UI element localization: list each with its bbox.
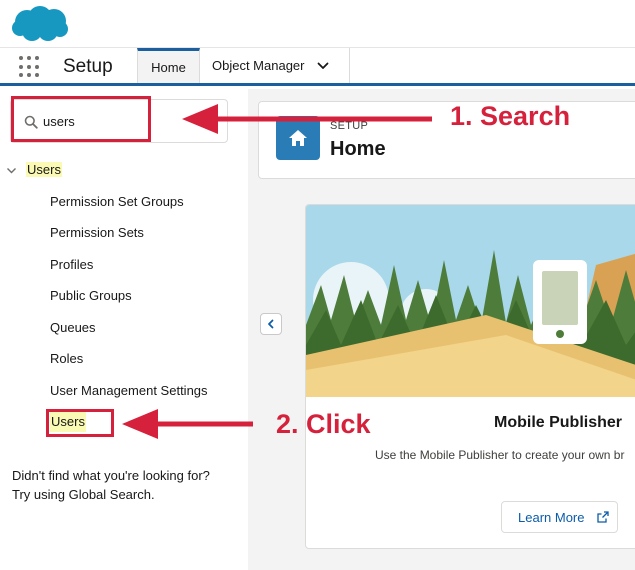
learn-more-label: Learn More — [518, 509, 585, 525]
main-content: SETUP Home Mobile Publisher Use the Mobi… — [248, 89, 635, 570]
chevron-down-icon[interactable] — [6, 165, 17, 176]
annotation-box-users — [46, 409, 114, 437]
card-title: Mobile Publisher — [494, 414, 623, 431]
annotation-arrow-users — [122, 409, 253, 439]
tab-object-manager-label: Object Manager — [212, 58, 305, 73]
sidebar-item-user-management-settings[interactable]: User Management Settings — [50, 381, 208, 401]
card-description: Use the Mobile Publisher to create your … — [375, 448, 625, 462]
tree-node-users[interactable]: Users — [0, 159, 248, 183]
tab-home[interactable]: Home — [137, 48, 200, 83]
chevron-down-icon[interactable] — [317, 60, 329, 72]
not-found-line-2[interactable]: Try using Global Search. — [12, 485, 242, 504]
annotation-arrow-search — [182, 104, 432, 134]
annotation-step-1: 1. Search — [450, 101, 571, 131]
sidebar-item-queues[interactable]: Queues — [50, 318, 96, 338]
not-found-help: Didn't find what you're looking for? Try… — [12, 466, 242, 504]
sidebar-item-public-groups[interactable]: Public Groups — [50, 286, 132, 306]
app-launcher-icon[interactable] — [19, 56, 41, 78]
not-found-line-1: Didn't find what you're looking for? — [12, 468, 210, 483]
collapse-sidebar-button[interactable] — [260, 313, 282, 335]
app-nav-bar: Setup Home Object Manager — [0, 48, 635, 86]
tab-object-manager[interactable]: Object Manager — [200, 48, 350, 83]
tree-node-users-label: Users — [26, 162, 62, 177]
sidebar-item-roles[interactable]: Roles — [50, 349, 83, 369]
salesforce-logo[interactable] — [10, 4, 70, 44]
chevron-left-icon — [268, 319, 274, 329]
mobile-publisher-card: Mobile Publisher Use the Mobile Publishe… — [305, 204, 635, 549]
learn-more-button[interactable]: Learn More — [501, 501, 618, 533]
global-header — [0, 0, 635, 48]
external-link-icon — [597, 511, 609, 523]
app-name: Setup — [63, 56, 113, 77]
forest-illustration — [306, 205, 635, 397]
sidebar-item-permission-sets[interactable]: Permission Sets — [50, 223, 144, 243]
sidebar-item-profiles[interactable]: Profiles — [50, 255, 93, 275]
page-title: Home — [330, 138, 386, 160]
sidebar-item-permission-set-groups[interactable]: Permission Set Groups — [50, 192, 184, 212]
setup-sidebar: Users Permission Set Groups Permission S… — [0, 89, 248, 570]
annotation-step-2: 2. Click — [276, 409, 371, 439]
annotation-box-search — [11, 96, 151, 142]
